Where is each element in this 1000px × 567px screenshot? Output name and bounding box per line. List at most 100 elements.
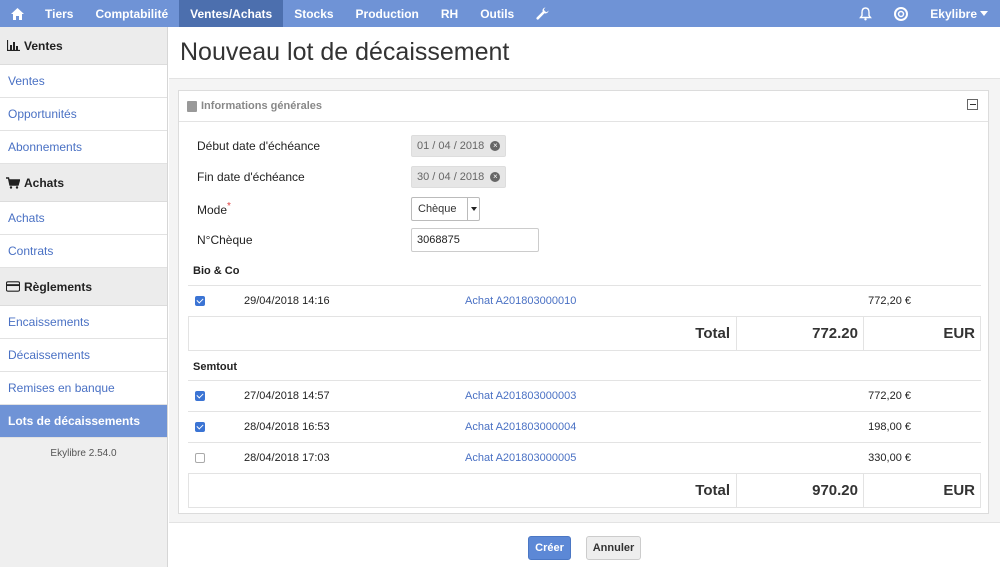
sidebar-item-abonnements[interactable]: Abonnements [0,131,167,164]
sidebar-item-decaissements[interactable]: Décaissements [0,339,167,372]
table-row: 28/04/2018 17:03 Achat A201803000005 330… [188,442,981,473]
home-icon [10,7,24,20]
lifebuoy-icon [893,6,908,21]
row-amount: 772,20 € [868,295,911,307]
panel-title: Informations générales [201,100,323,112]
shopping-cart-icon [6,176,20,189]
row-reference-link[interactable]: Achat A201803000010 [465,295,576,307]
sidebar-item-achats[interactable]: Achats [0,202,167,235]
sidebar-item-lots-de-decaissements[interactable]: Lots de décaissements [0,405,167,438]
row-reference-link[interactable]: Achat A201803000004 [465,421,576,433]
user-name: Ekylibre [930,6,977,21]
nav-comptabilite[interactable]: Comptabilité [84,0,179,27]
sidebar-section-title: Règlements [24,279,93,294]
row-checkbox[interactable] [195,422,205,432]
row-date: 28/04/2018 16:53 [244,421,330,433]
sidebar-section-title: Achats [24,175,65,190]
mode-value: Chèque [418,203,457,215]
sidebar-item-remises-en-banque[interactable]: Remises en banque [0,372,167,405]
user-menu[interactable]: Ekylibre [918,0,1000,27]
bar-chart-icon [6,40,20,52]
nav-tiers[interactable]: Tiers [34,0,84,27]
collapse-panel-button[interactable] [967,99,978,110]
row-checkbox[interactable] [195,296,205,306]
panel-header: Informations générales [179,91,988,122]
row-date: 27/04/2018 14:57 [244,390,330,402]
cheque-number-input[interactable] [411,228,539,252]
notifications-button[interactable] [848,0,883,27]
row-checkbox[interactable] [195,391,205,401]
row-amount: 198,00 € [868,421,911,433]
sidebar-item-contrats[interactable]: Contrats [0,235,167,268]
main-content: Nouveau lot de décaissement Informations… [169,27,1000,567]
bell-icon [859,6,873,20]
sidebar-section-ventes: Ventes [0,27,167,65]
start-date-row: Début date d'échéance 01 / 04 / 2018 × [197,134,617,158]
sidebar-item-encaissements[interactable]: Encaissements [0,306,167,339]
row-amount: 330,00 € [868,452,911,464]
end-date-label: Fin date d'échéance [197,170,305,184]
settings-button[interactable] [525,0,560,27]
app-version: Ekylibre 2.54.0 [50,448,117,459]
mode-select[interactable]: Chèque [411,197,480,221]
group-title: Bio & Co [193,265,240,277]
home-button[interactable] [0,0,34,27]
start-date-label: Début date d'échéance [197,139,321,153]
clear-icon[interactable]: × [490,141,501,151]
minus-icon [969,104,976,105]
dropdown-arrow-icon [467,198,479,220]
total-label: Total [189,317,737,350]
help-button[interactable] [883,0,918,27]
mode-label: Mode* [197,201,231,217]
cheque-label: N°Chèque [197,233,253,247]
top-navbar: Tiers Comptabilité Ventes/Achats Stocks … [0,0,1000,27]
sidebar-item-ventes[interactable]: Ventes [0,65,167,98]
nav-outils[interactable]: Outils [469,0,525,27]
sidebar-section-reglements: Règlements [0,268,167,306]
row-date: 28/04/2018 17:03 [244,452,330,464]
form-actions: Créer Annuler [169,522,1000,567]
page-title: Nouveau lot de décaissement [169,27,1000,79]
row-reference-link[interactable]: Achat A201803000003 [465,390,576,402]
sidebar-section-achats: Achats [0,164,167,202]
start-date-value: 01 / 04 / 2018 [417,140,485,152]
wrench-icon [536,7,549,20]
mode-row: Mode* Chèque [197,197,617,221]
cancel-button[interactable]: Annuler [586,536,641,560]
sidebar: Ventes Ventes Opportunités Abonnements A… [0,27,168,567]
start-date-field[interactable]: 01 / 04 / 2018 × [411,135,507,157]
clear-icon[interactable]: × [490,172,501,182]
nav-rh[interactable]: RH [430,0,469,27]
row-checkbox[interactable] [195,453,205,463]
create-button[interactable]: Créer [528,536,571,560]
group-title: Semtout [193,361,237,373]
table-row: 27/04/2018 14:57 Achat A201803000003 772… [188,380,981,411]
table-row: 28/04/2018 16:53 Achat A201803000004 198… [188,411,981,442]
group-bio-co: 29/04/2018 14:16 Achat A201803000010 772… [188,285,981,351]
nav-ventes-achats[interactable]: Ventes/Achats [179,0,284,27]
row-date: 29/04/2018 14:16 [244,295,330,307]
total-value: 772.20 [737,317,864,350]
book-icon [187,100,197,112]
end-date-row: Fin date d'échéance 30 / 04 / 2018 × [197,165,617,189]
end-date-value: 30 / 04 / 2018 [417,171,485,183]
total-row: Total 970.20 EUR [188,473,981,508]
end-date-field[interactable]: 30 / 04 / 2018 × [411,166,507,188]
required-marker: * [227,201,231,212]
table-row: 29/04/2018 14:16 Achat A201803000010 772… [188,285,981,316]
group-semtout: 27/04/2018 14:57 Achat A201803000003 772… [188,380,981,508]
nav-stocks[interactable]: Stocks [283,0,344,27]
sidebar-item-opportunites[interactable]: Opportunités [0,98,167,131]
sidebar-section-title: Ventes [24,38,63,53]
nav-production[interactable]: Production [345,0,430,27]
chevron-down-icon [980,11,988,16]
cheque-row: N°Chèque [197,228,617,252]
credit-card-icon [6,281,20,293]
row-reference-link[interactable]: Achat A201803000005 [465,452,576,464]
total-value: 970.20 [737,474,864,507]
general-info-panel: Informations générales Début date d'éché… [178,90,989,514]
total-currency: EUR [943,325,975,342]
total-row: Total 772.20 EUR [188,316,981,351]
total-label: Total [189,474,737,507]
row-amount: 772,20 € [868,390,911,402]
